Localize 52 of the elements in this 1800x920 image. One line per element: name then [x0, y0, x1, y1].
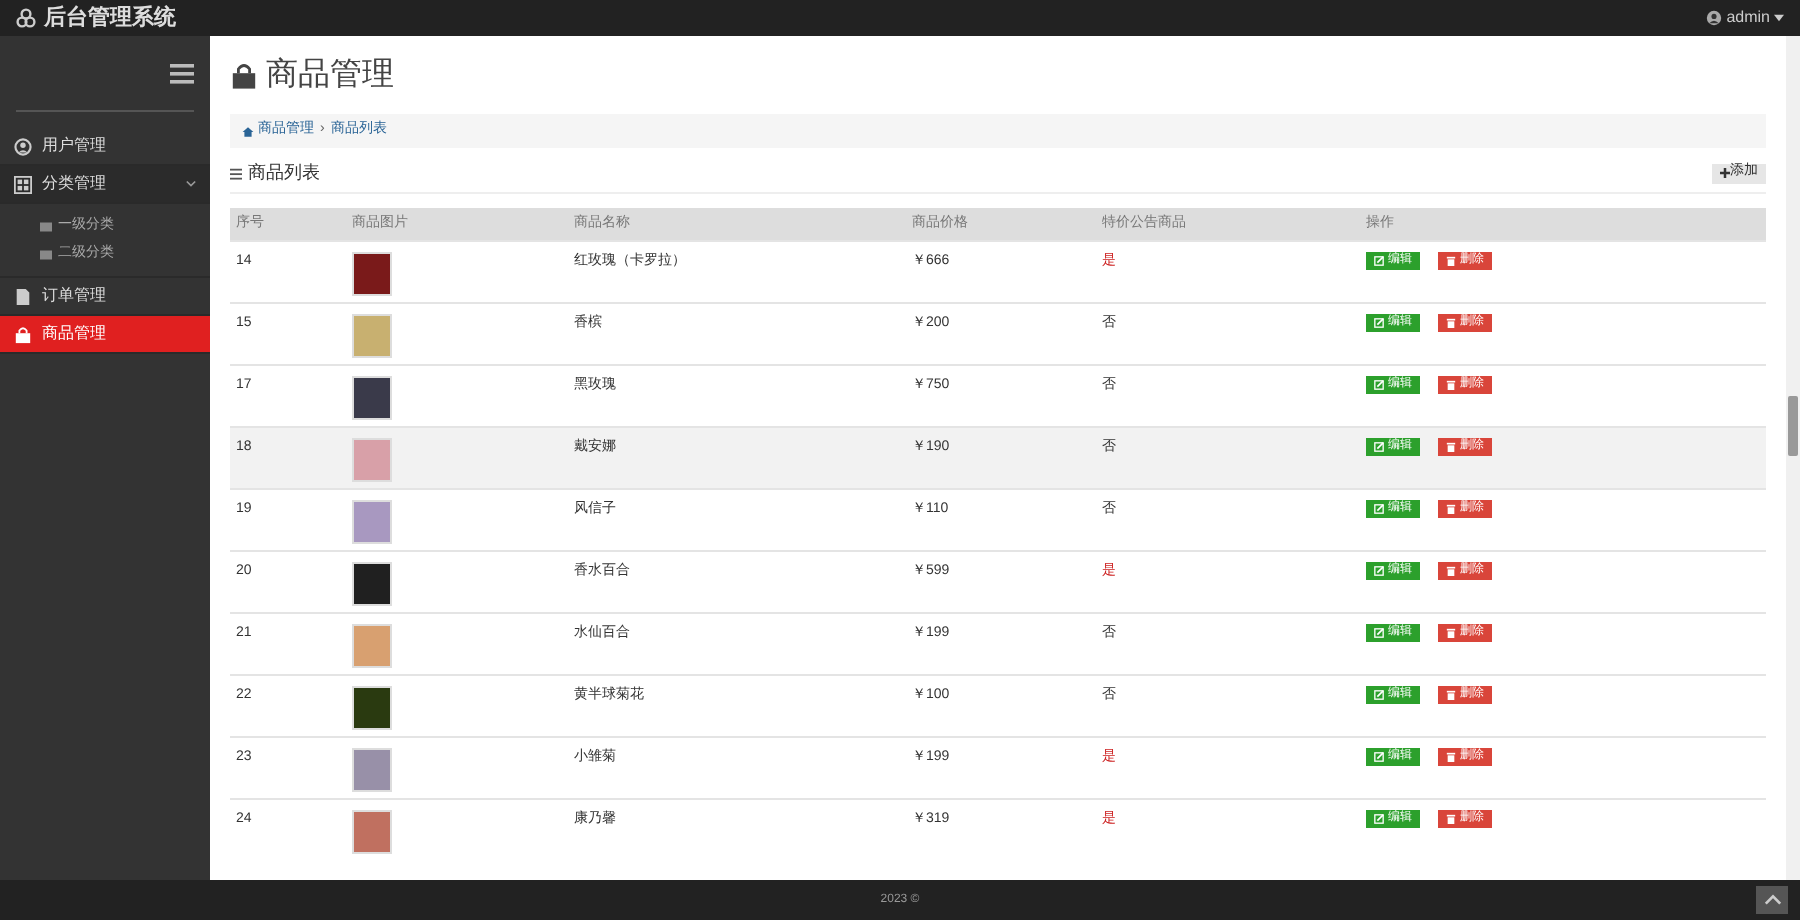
trash-icon: [1446, 690, 1456, 700]
chevron-down-icon: [186, 180, 196, 188]
bag-icon: [230, 62, 258, 90]
trash-icon: [1446, 628, 1456, 638]
edit-icon: [1374, 256, 1384, 266]
edit-icon: [1374, 504, 1384, 514]
edit-icon: [1374, 814, 1384, 824]
edit-icon: [1374, 628, 1384, 638]
photo-placeholder: [352, 314, 392, 358]
page-title: 商品管理: [266, 55, 394, 96]
user-icon: [1706, 10, 1723, 26]
trash-icon: [1446, 566, 1456, 576]
photo-placeholder: [352, 376, 392, 420]
grid-icon: [14, 175, 32, 193]
edit-icon: [1374, 318, 1384, 328]
trash-icon: [1446, 380, 1456, 390]
photo-placeholder: [352, 252, 392, 296]
sidebar-item[interactable]: 分类管理: [0, 166, 210, 204]
section-title: 商品列表: [248, 159, 320, 186]
photo-placeholder: [352, 686, 392, 730]
user-menu[interactable]: admin: [1706, 6, 1784, 30]
trash-icon: [1446, 504, 1456, 514]
user-icon: [14, 137, 32, 155]
trash-icon: [1446, 814, 1456, 824]
trash-icon: [1446, 256, 1456, 266]
photo-placeholder: [352, 438, 392, 482]
edit-icon: [1374, 566, 1384, 576]
sidebar-item[interactable]: 商品管理: [0, 316, 210, 354]
photo-placeholder: [352, 562, 392, 606]
document-icon: [14, 287, 32, 305]
trash-icon: [1446, 752, 1456, 762]
app-title: 后台管理系统: [44, 3, 176, 34]
scrollbar[interactable]: [1786, 36, 1800, 880]
back-to-top-button[interactable]: [1756, 886, 1788, 914]
logo-icon: [16, 8, 36, 28]
photo-placeholder: [352, 500, 392, 544]
home-icon: [242, 125, 254, 137]
trash-icon: [1446, 318, 1456, 328]
plus-icon: [1720, 168, 1730, 178]
bag-icon: [14, 325, 32, 343]
edit-icon: [1374, 380, 1384, 390]
edit-icon: [1374, 752, 1384, 762]
edit-icon: [1374, 442, 1384, 452]
scrollbar-thumb[interactable]: [1788, 396, 1798, 456]
photo-placeholder: [352, 748, 392, 792]
caret-icon: [1774, 14, 1784, 22]
trash-icon: [1446, 442, 1456, 452]
edit-icon: [1374, 690, 1384, 700]
menu-icon[interactable]: [170, 63, 194, 83]
photo-placeholder: [352, 810, 392, 854]
photo-placeholder: [352, 624, 392, 668]
chevron-up-icon: [1763, 894, 1781, 906]
